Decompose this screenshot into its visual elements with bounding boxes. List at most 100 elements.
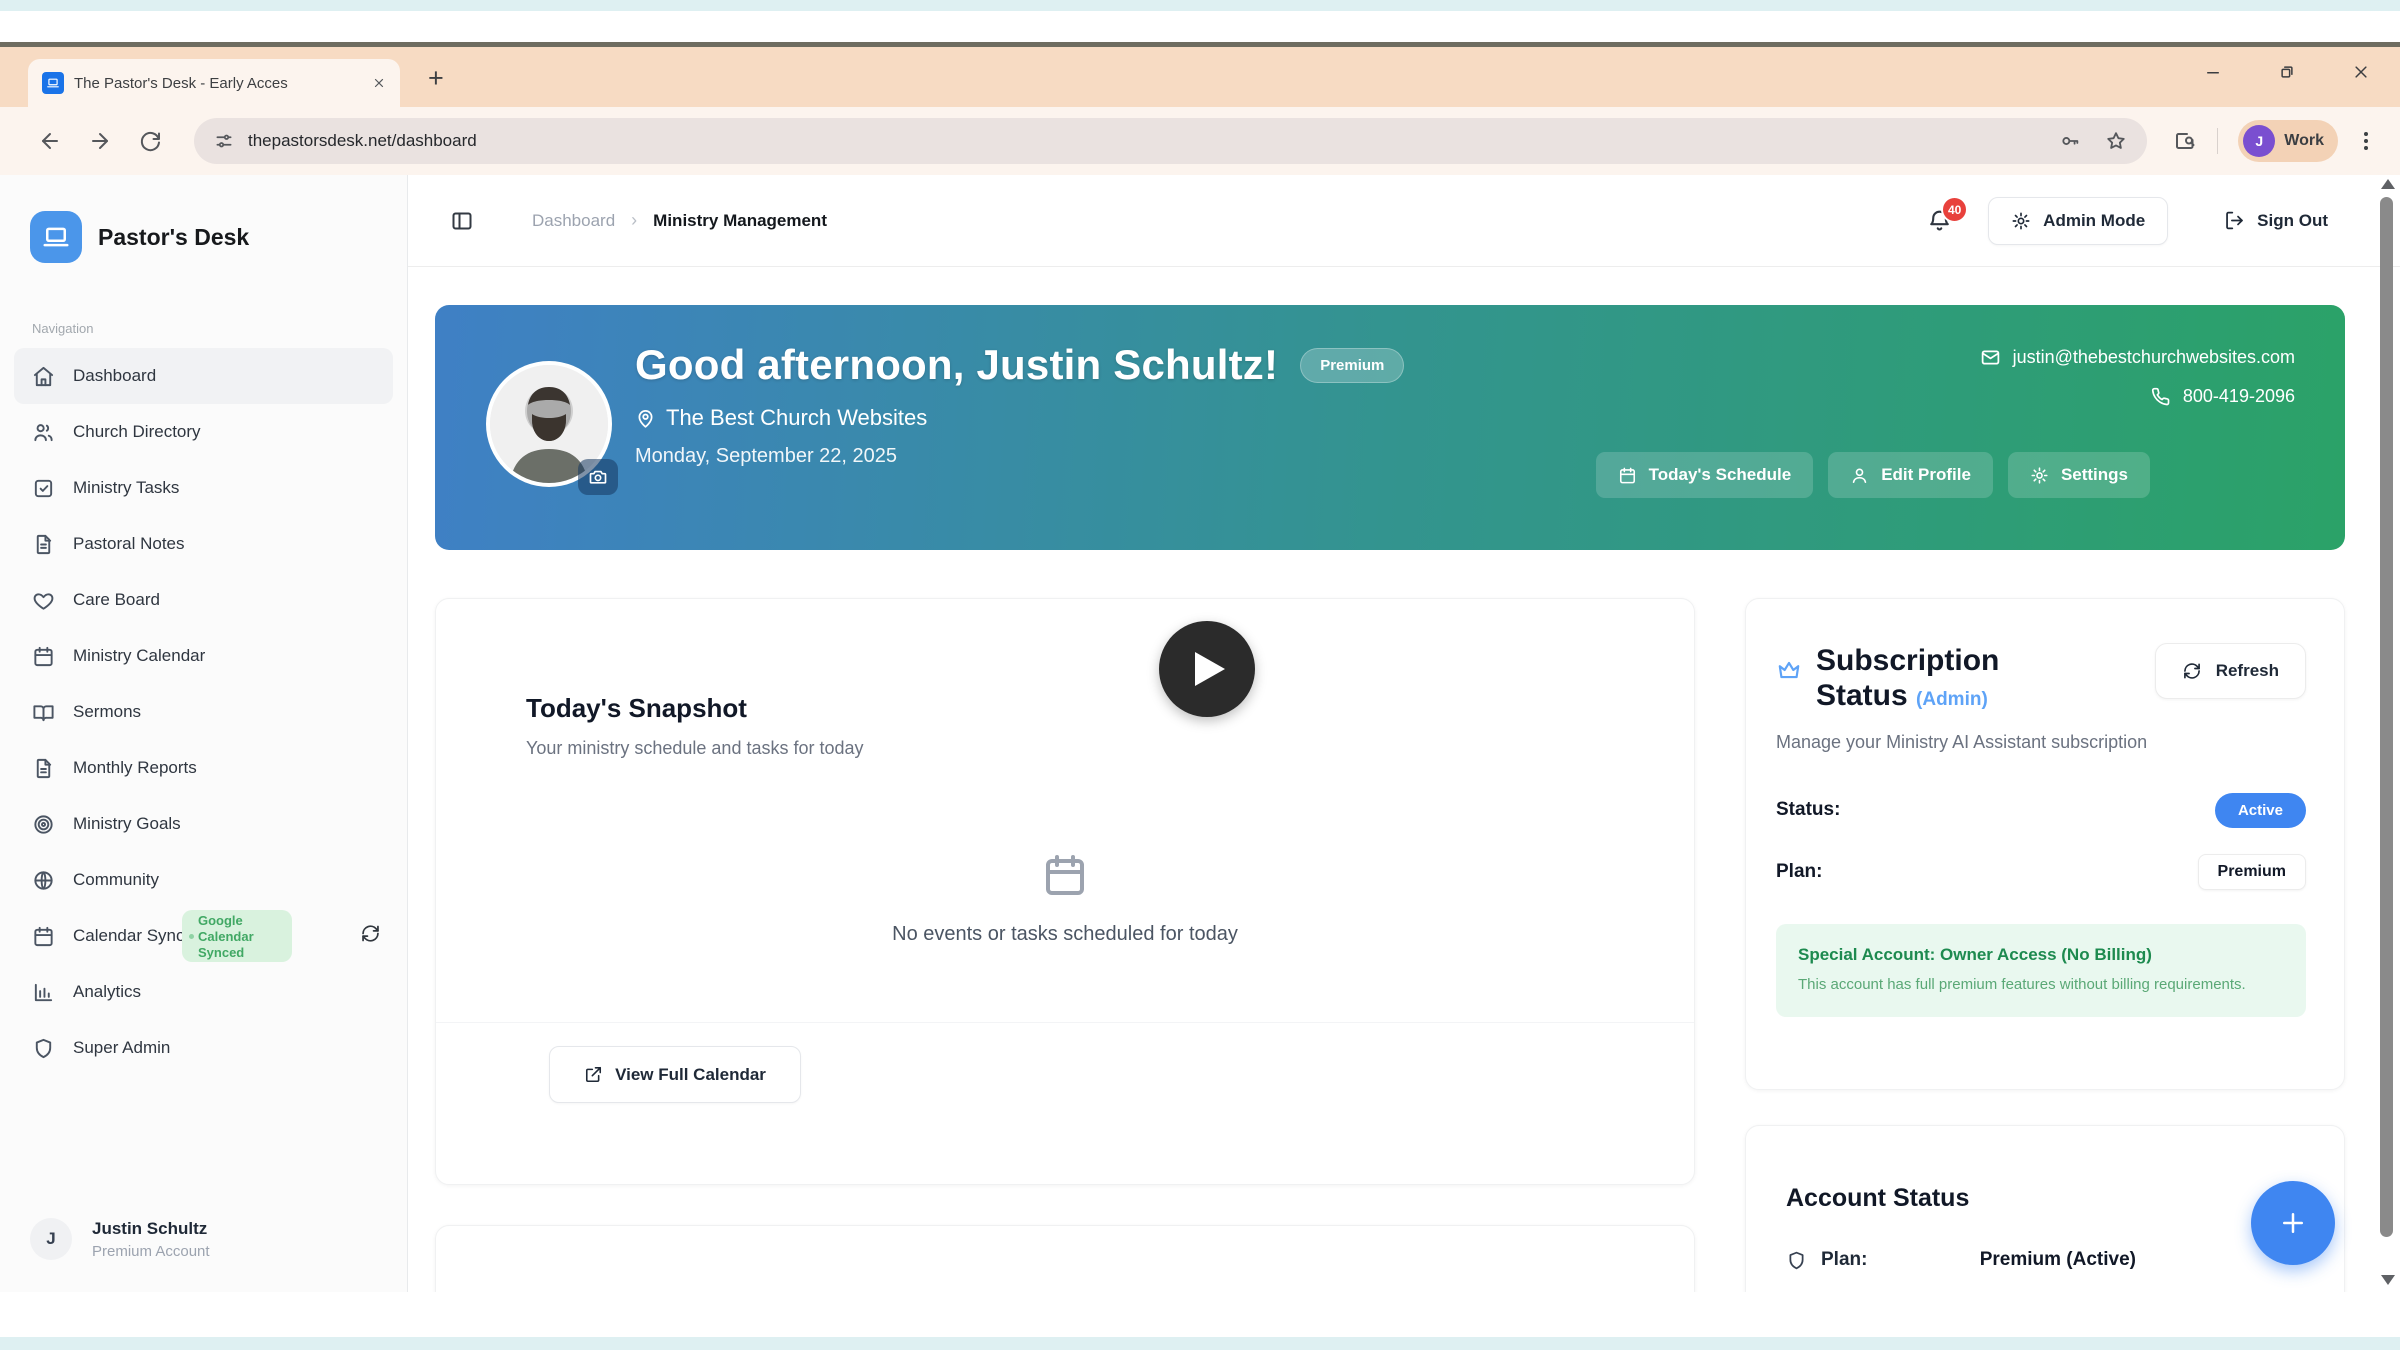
tab-search-icon[interactable] <box>2173 129 2197 153</box>
page-scrollbar[interactable] <box>2379 179 2395 1287</box>
tune-icon[interactable] <box>214 131 234 151</box>
reload-icon[interactable] <box>138 129 162 153</box>
notifications-button[interactable]: 40 <box>1927 208 1952 233</box>
url-text[interactable]: thepastorsdesk.net/dashboard <box>248 131 2045 151</box>
todays-schedule-label: Today's Schedule <box>1649 465 1792 485</box>
back-icon[interactable] <box>38 129 62 153</box>
window-close-button[interactable] <box>2352 63 2370 81</box>
users-icon <box>32 421 55 444</box>
sidebar-item-ministry-goals[interactable]: Ministry Goals <box>14 796 393 852</box>
app-logo[interactable]: Pastor's Desk <box>0 175 407 263</box>
admin-mode-button[interactable]: Admin Mode <box>1988 197 2168 245</box>
password-key-icon[interactable] <box>2059 130 2081 152</box>
edit-profile-label: Edit Profile <box>1881 465 1971 485</box>
subscription-status-card: Subscription Status (Admin) Refresh Mana… <box>1745 598 2345 1090</box>
sidebar-item-community[interactable]: Community <box>14 852 393 908</box>
sync-refresh-icon[interactable] <box>360 923 381 944</box>
sidebar-item-calendar-sync[interactable]: Calendar Sync Google Calendar Synced <box>14 908 393 964</box>
address-bar[interactable]: thepastorsdesk.net/dashboard <box>194 118 2147 164</box>
video-play-button[interactable] <box>1159 621 1255 717</box>
sidebar-item-label: Pastoral Notes <box>73 534 185 554</box>
empty-calendar-icon <box>1041 851 1089 899</box>
notice-title: Special Account: Owner Access (No Billin… <box>1798 945 2284 965</box>
sidebar-item-label: Ministry Goals <box>73 814 181 834</box>
file-text-icon <box>32 533 55 556</box>
app-brand-name: Pastor's Desk <box>98 224 249 251</box>
sidebar-item-analytics[interactable]: Analytics <box>14 964 393 1020</box>
book-open-icon <box>32 701 55 724</box>
browser-profile-button[interactable]: J Work <box>2238 120 2338 162</box>
account-status-title: Account Status <box>1786 1184 2304 1213</box>
sidebar-item-monthly-reports[interactable]: Monthly Reports <box>14 740 393 796</box>
sidebar-item-label: Analytics <box>73 982 141 1002</box>
sidebar-item-super-admin[interactable]: Super Admin <box>14 1020 393 1076</box>
sidebar-item-church-directory[interactable]: Church Directory <box>14 404 393 460</box>
breadcrumb-parent[interactable]: Dashboard <box>532 211 615 231</box>
sign-out-button[interactable]: Sign Out <box>2214 197 2338 244</box>
heart-icon <box>32 589 55 612</box>
sidebar-item-care-board[interactable]: Care Board <box>14 572 393 628</box>
snapshot-empty-message: No events or tasks scheduled for today <box>892 923 1238 946</box>
snapshot-subtitle: Your ministry schedule and tasks for tod… <box>526 738 1604 759</box>
tab-title: The Pastor's Desk - Early Acces <box>74 75 362 92</box>
browser-menu-icon[interactable] <box>2358 132 2374 150</box>
account-plan-value: Premium (Active) <box>1980 1249 2136 1271</box>
forward-icon[interactable] <box>88 129 112 153</box>
sidebar-user[interactable]: J Justin Schultz Premium Account <box>30 1218 210 1260</box>
notice-body: This account has full premium features w… <box>1798 974 2278 996</box>
greeting-banner: Good afternoon, Justin Schultz! Premium … <box>435 305 2345 550</box>
globe-icon <box>32 869 55 892</box>
account-plan-label: Plan: <box>1821 1249 1867 1271</box>
snapshot-title: Today's Snapshot <box>526 693 1604 724</box>
check-square-icon <box>32 477 55 500</box>
bookmark-star-icon[interactable] <box>2105 130 2127 152</box>
sidebar-toggle-icon[interactable] <box>450 209 474 233</box>
user-phone: 800-419-2096 <box>2183 386 2295 407</box>
view-full-calendar-button[interactable]: View Full Calendar <box>549 1046 801 1103</box>
sidebar-item-ministry-tasks[interactable]: Ministry Tasks <box>14 460 393 516</box>
camera-icon[interactable] <box>578 459 618 495</box>
bar-chart-icon <box>32 981 55 1004</box>
window-minimize-button[interactable] <box>2204 63 2222 81</box>
settings-label: Settings <box>2061 465 2128 485</box>
scroll-down-arrow[interactable] <box>2381 1275 2395 1285</box>
sidebar-item-sermons[interactable]: Sermons <box>14 684 393 740</box>
refresh-label: Refresh <box>2216 661 2279 681</box>
scrollbar-thumb[interactable] <box>2380 197 2393 1237</box>
user-icon <box>1850 466 1869 485</box>
window-maximize-button[interactable] <box>2278 63 2296 81</box>
log-out-icon <box>2224 210 2245 231</box>
browser-tab[interactable]: The Pastor's Desk - Early Acces <box>28 59 400 107</box>
settings-button[interactable]: Settings <box>2008 452 2150 498</box>
sidebar-item-dashboard[interactable]: Dashboard <box>14 348 393 404</box>
edit-profile-button[interactable]: Edit Profile <box>1828 452 1993 498</box>
new-tab-button[interactable]: + <box>428 65 444 92</box>
premium-badge: Premium <box>1300 348 1404 383</box>
refresh-button[interactable]: Refresh <box>2155 643 2306 699</box>
profile-avatar: J <box>2243 125 2275 157</box>
phone-icon <box>2151 387 2171 407</box>
user-name: Justin Schultz <box>92 1219 210 1239</box>
todays-snapshot-card: Today's Snapshot Your ministry schedule … <box>435 598 1695 1185</box>
browser-toolbar: thepastorsdesk.net/dashboard J Work <box>0 107 2400 175</box>
crown-icon <box>1776 657 1802 683</box>
page-top-strip <box>0 0 2400 11</box>
target-icon <box>32 813 55 836</box>
sidebar-item-ministry-calendar[interactable]: Ministry Calendar <box>14 628 393 684</box>
status-active-badge: Active <box>2215 793 2306 828</box>
next-card-partial <box>435 1225 1695 1292</box>
gear-icon <box>2011 211 2031 231</box>
sidebar-item-label: Care Board <box>73 590 160 610</box>
app-root: Pastor's Desk Navigation Dashboard Churc… <box>0 175 2400 1292</box>
scroll-up-arrow[interactable] <box>2381 179 2395 189</box>
nav-section-label: Navigation <box>32 321 407 336</box>
breadcrumb-separator: › <box>631 210 637 231</box>
todays-schedule-button[interactable]: Today's Schedule <box>1596 452 1814 498</box>
tab-close-icon[interactable] <box>372 76 386 90</box>
browser-tab-bar: The Pastor's Desk - Early Acces + <box>0 47 2400 107</box>
church-name: The Best Church Websites <box>666 405 927 431</box>
add-fab-button[interactable] <box>2251 1181 2335 1265</box>
sidebar-item-label: Monthly Reports <box>73 758 197 778</box>
main-area: Dashboard › Ministry Management 40 Admin… <box>408 175 2400 1292</box>
sidebar-item-pastoral-notes[interactable]: Pastoral Notes <box>14 516 393 572</box>
